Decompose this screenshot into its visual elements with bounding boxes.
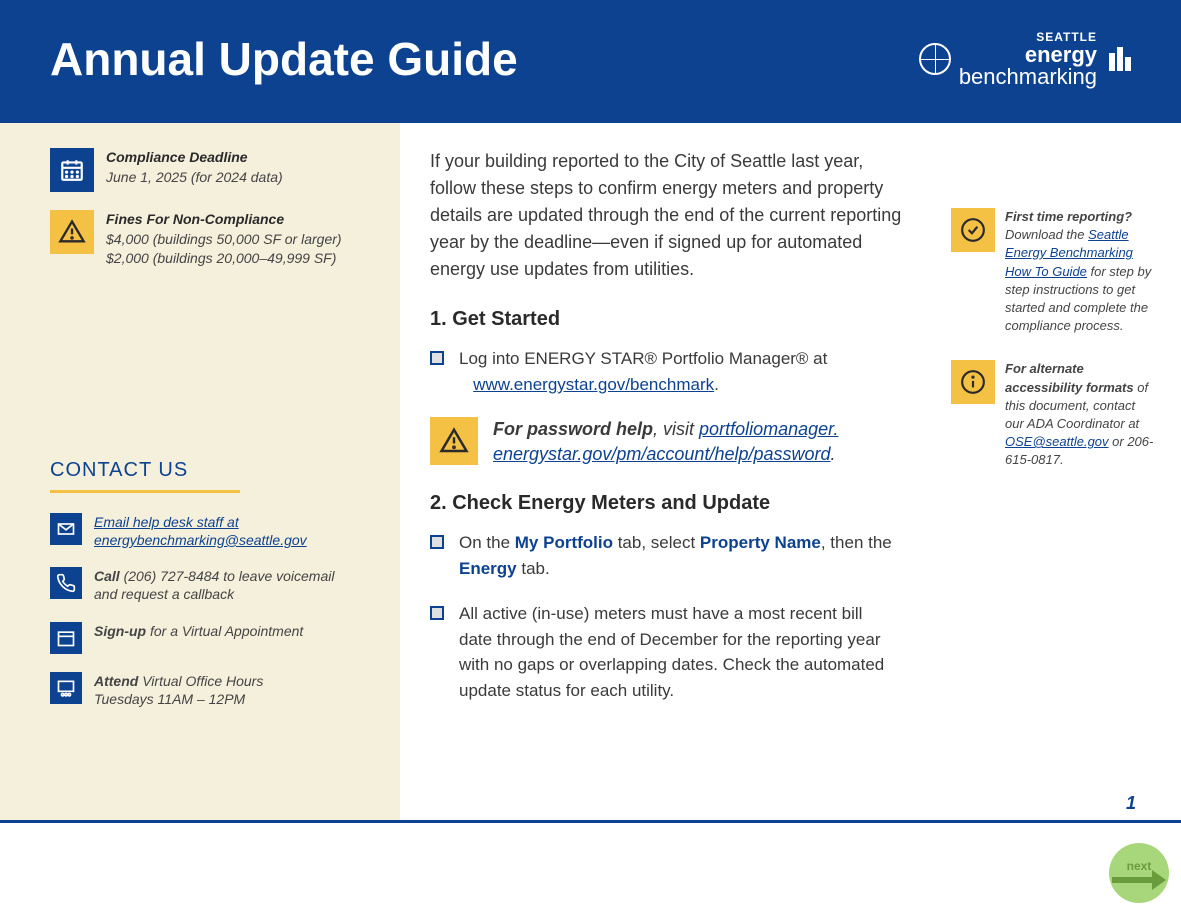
logo: SEATTLE energy benchmarking: [919, 30, 1131, 88]
deadline-block: Compliance Deadline June 1, 2025 (for 20…: [50, 148, 350, 192]
logo-energy-text: energy: [959, 44, 1097, 66]
checkbox-icon: [430, 351, 444, 365]
section-1-heading: 1. Get Started: [430, 308, 931, 331]
fines-block: Fines For Non-Compliance $4,000 (buildin…: [50, 210, 350, 269]
accessibility-block: For alternate accessibility formats of t…: [951, 360, 1156, 469]
attend-bold: Attend: [94, 673, 138, 689]
deadline-title: Compliance Deadline: [106, 148, 283, 168]
check-item-login: Log into ENERGY STAR® Portfolio Manager®…: [430, 346, 931, 397]
warning-icon: [430, 417, 478, 465]
password-callout: For password help, visit portfoliomanage…: [430, 417, 931, 467]
fines-line1: $4,000 (buildings 50,000 SF or larger): [106, 230, 342, 250]
energystar-link[interactable]: www.energystar.gov/benchmark: [473, 375, 714, 394]
contact-heading: CONTACT US: [50, 459, 240, 493]
signup-rest: for a Virtual Appointment: [146, 623, 303, 639]
phone-icon: [50, 567, 82, 599]
next-button[interactable]: next: [1109, 843, 1169, 903]
email-icon: [50, 513, 82, 545]
deadline-sub: June 1, 2025 (for 2024 data): [106, 168, 283, 188]
check-item-meters: All active (in-use) meters must have a m…: [430, 601, 931, 703]
contact-signup: Sign-up for a Virtual Appointment: [50, 622, 350, 654]
checkmark-circle-icon: [951, 208, 995, 252]
contact-email: Email help desk staff at energybenchmark…: [50, 513, 350, 549]
attend-rest1: Virtual Office Hours: [138, 673, 263, 689]
logo-bench-text: benchmarking: [959, 66, 1097, 88]
fines-title: Fines For Non-Compliance: [106, 210, 342, 230]
calendar-signup-icon: [50, 622, 82, 654]
page-number: 1: [1126, 793, 1136, 814]
page-title: Annual Update Guide: [50, 32, 518, 86]
right-column: First time reporting? Download the Seatt…: [951, 123, 1181, 820]
header: Annual Update Guide SEATTLE energy bench…: [0, 0, 1181, 123]
ose-email-link[interactable]: OSE@seattle.gov: [1005, 434, 1109, 449]
intro-text: If your building reported to the City of…: [430, 148, 910, 283]
content: Compliance Deadline June 1, 2025 (for 20…: [0, 123, 1181, 823]
first-time-block: First time reporting? Download the Seatt…: [951, 208, 1156, 335]
contact-call: Call (206) 727-8484 to leave voicemail a…: [50, 567, 350, 603]
attend-rest2: Tuesdays 11AM – 12PM: [94, 691, 245, 707]
email-link[interactable]: Email help desk staff at energybenchmark…: [94, 514, 307, 548]
contact-attend: Attend Virtual Office Hours Tuesdays 11AM…: [50, 672, 350, 708]
buildings-icon: [1109, 47, 1131, 71]
signup-bold: Sign-up: [94, 623, 146, 639]
checkbox-icon: [430, 535, 444, 549]
info-icon: [951, 360, 995, 404]
globe-icon: [919, 43, 951, 75]
section-2-heading: 2. Check Energy Meters and Update: [430, 492, 931, 515]
call-bold: Call: [94, 568, 120, 584]
fines-line2: $2,000 (buildings 20,000–49,999 SF): [106, 249, 342, 269]
call-rest: (206) 727-8484 to leave voicemail and re…: [94, 568, 334, 602]
presentation-icon: [50, 672, 82, 704]
calendar-icon: [50, 148, 94, 192]
main-column: If your building reported to the City of…: [400, 123, 951, 820]
checkbox-icon: [430, 606, 444, 620]
left-column: Compliance Deadline June 1, 2025 (for 20…: [0, 123, 400, 820]
footer: 1 next: [0, 823, 1181, 913]
check-item-portfolio: On the My Portfolio tab, select Property…: [430, 530, 931, 581]
warning-icon: [50, 210, 94, 254]
